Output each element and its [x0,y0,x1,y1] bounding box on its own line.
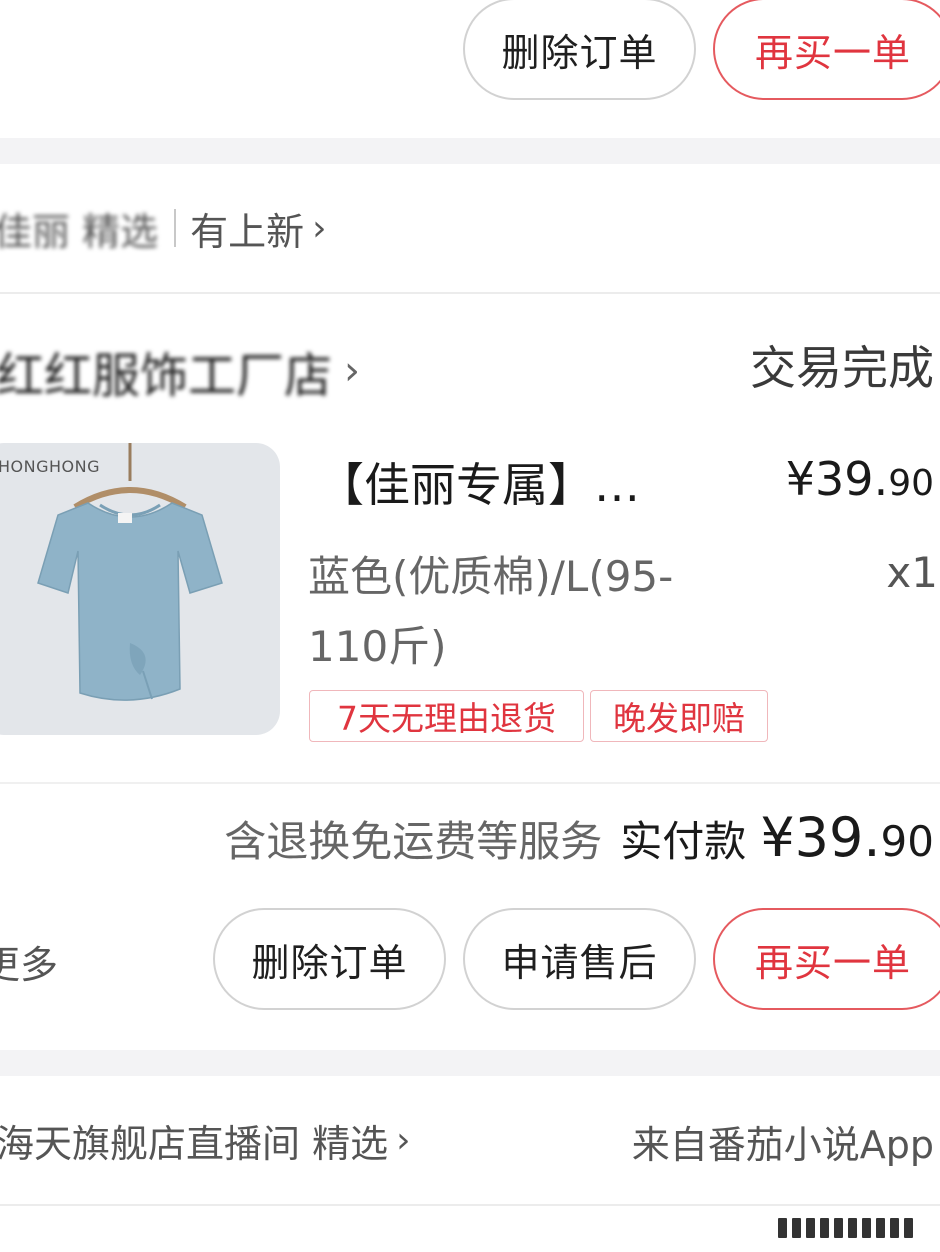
late-compensation-tag: 晚发即赔 [590,690,768,742]
delete-order-button-top[interactable]: 删除订单 [463,0,696,100]
watermark-barcode [770,1204,940,1252]
order-origin-label: 来自番茄小说App [631,1123,934,1167]
paid-label: 实付款 [620,817,747,866]
payment-summary: 含退换免运费等服务 实付款 ¥39. 90 [224,806,934,876]
source-separator [174,209,177,247]
product-title[interactable]: 【佳丽专属】… [318,449,640,515]
chevron-right-icon: › [344,348,361,394]
variant-line-1: 蓝色(优质棉)/L(95- [308,552,674,601]
shop-row[interactable]: 红红服饰工厂店 › [0,336,360,406]
divider [0,292,940,294]
product-price: ¥39.90 [786,452,934,506]
variant-line-2: 110斤) [308,622,447,671]
product-price-main: ¥39. [785,452,889,506]
divider [0,782,940,784]
new-arrivals-label: 有上新 [190,209,305,254]
chevron-right-icon: › [396,1119,411,1161]
product-variant: 蓝色(优质棉)/L(95- 110斤) [308,542,673,682]
after-sales-button[interactable]: 申请售后 [463,908,696,1010]
order-source-row[interactable]: 佳丽 精选 有上新 › [0,200,327,256]
tshirt-illustration [37,443,223,701]
shop-name: 红红服饰工厂店 [0,348,333,404]
delete-order-button[interactable]: 删除订单 [213,908,446,1010]
next-source-name: 海天旗舰店直播间 精选 [0,1121,389,1166]
source-name: 佳丽 精选 [0,209,159,254]
section-divider [0,138,940,164]
section-divider [0,1050,940,1076]
product-image[interactable]: HONGHONG [0,443,280,735]
product-quantity: x1 [886,548,938,597]
order-status: 交易完成 [750,341,934,395]
paid-amount: ¥39. [760,806,881,869]
service-note: 含退换免运费等服务 [224,817,603,866]
paid-amount-decimal: 90 [880,817,934,866]
rebuy-button[interactable]: 再买一单 [713,908,940,1010]
return-policy-tag: 7天无理由退货 [309,690,584,742]
product-price-decimal: 90 [888,463,934,504]
chevron-right-icon: › [312,207,327,249]
rebuy-button-top[interactable]: 再买一单 [713,0,940,100]
next-order-source-row[interactable]: 海天旗舰店直播间 精选 › [0,1112,411,1168]
more-button[interactable]: 更多 [0,934,58,989]
